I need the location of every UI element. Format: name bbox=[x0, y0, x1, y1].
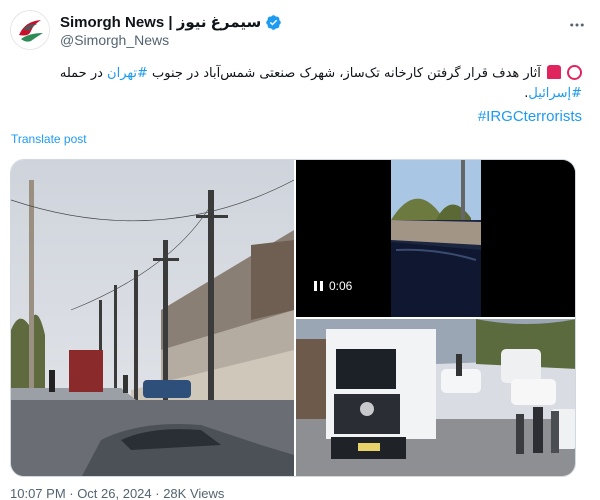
photo-truck[interactable] bbox=[296, 319, 575, 476]
tweet-text-part2: در حمله bbox=[59, 66, 108, 81]
hashtag-israel[interactable]: #إسرائيل bbox=[528, 86, 582, 101]
video-player[interactable]: 0:06 bbox=[296, 160, 575, 317]
tweet-footer: 10:07 PM · Oct 26, 2024 · 28K Views bbox=[10, 486, 224, 500]
hashtag-tehran[interactable]: #تهران bbox=[107, 66, 148, 81]
simorgh-logo-icon bbox=[12, 12, 49, 49]
street-photo-image bbox=[11, 160, 294, 476]
timestamp[interactable]: 10:07 PM · Oct 26, 2024 bbox=[10, 486, 152, 500]
siren-emoji-icon bbox=[547, 65, 561, 79]
handle[interactable]: @Simorgh_News bbox=[60, 32, 169, 48]
tweet-text: آثار هدف قرار گرفتن کارخانه تک‌ساز، شهرک… bbox=[12, 64, 582, 104]
video-duration-badge: 0:06 bbox=[306, 275, 361, 297]
avatar[interactable] bbox=[10, 10, 50, 50]
red-circle-emoji-icon bbox=[567, 65, 582, 80]
tweet-header: Simorgh News | سیمرغ نیوز @Simorgh_News bbox=[10, 8, 590, 52]
verified-badge-icon bbox=[266, 14, 281, 30]
more-options-icon[interactable] bbox=[568, 16, 586, 34]
media-grid: 0:06 bbox=[10, 159, 576, 477]
truck-photo-image bbox=[296, 319, 575, 476]
view-count: · 28K Views bbox=[155, 486, 225, 500]
translate-post-link[interactable]: Translate post bbox=[11, 132, 87, 146]
hashtag-irgc[interactable]: #IRGCterrorists bbox=[478, 108, 582, 125]
video-duration: 0:06 bbox=[329, 279, 353, 293]
pause-icon[interactable] bbox=[314, 281, 323, 291]
tweet-text-part1: آثار هدف قرار گرفتن کارخانه تک‌ساز، شهرک… bbox=[147, 66, 541, 81]
photo-street[interactable] bbox=[11, 160, 294, 476]
display-name[interactable]: Simorgh News | سیمرغ نیوز bbox=[60, 13, 261, 31]
